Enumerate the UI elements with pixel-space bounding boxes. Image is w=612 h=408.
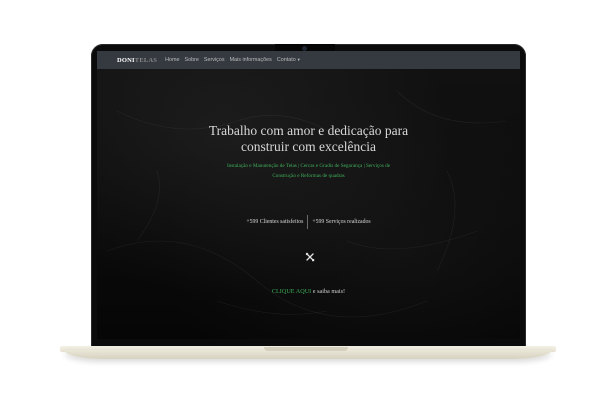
hero-subtitle: Instalação e Manutenção de Telas | Cerca… <box>167 161 450 181</box>
brand-part2: TELAS <box>134 56 158 64</box>
nav-item-mais-informacoes[interactable]: Mais informações <box>230 57 272 63</box>
brand-logo[interactable]: DONITELAS <box>117 57 157 64</box>
hero-subtitle-line2: Construção e Reformas de quadras <box>272 173 345 179</box>
stat-services: +599 Serviços realizados <box>312 219 371 225</box>
marble-texture <box>106 90 508 318</box>
nav-item-contato[interactable]: Contato▼ <box>277 57 301 63</box>
stat-divider <box>307 215 309 229</box>
cta-text: e saiba mais! <box>311 288 346 295</box>
laptop-base <box>64 350 552 359</box>
cta-line: CLIQUE AQUI e saiba mais! <box>97 288 520 295</box>
nav-item-contato-label: Contato <box>276 57 296 63</box>
navbar: DONITELAS Home Sobre Serviços Mais infor… <box>97 51 520 69</box>
tools-icon <box>305 252 315 262</box>
laptop-mockup: DONITELAS Home Sobre Serviços Mais infor… <box>0 0 612 408</box>
website-screen: DONITELAS Home Sobre Serviços Mais infor… <box>97 51 520 339</box>
stat-clients: +599 Clientes satisfeitos <box>246 219 304 225</box>
cta-link[interactable]: CLIQUE AQUI <box>272 288 311 295</box>
hero-title-line1: Trabalho com amor e dedicação para <box>208 123 409 138</box>
hero-title: Trabalho com amor e dedicação para const… <box>157 123 460 155</box>
hero-title-line2: construir com excelência <box>241 139 376 154</box>
hero-subtitle-line1: Instalação e Manutenção de Telas | Cerca… <box>226 163 391 169</box>
nav-item-sobre[interactable]: Sobre <box>185 57 199 63</box>
brand-part1: DONI <box>117 56 135 64</box>
stats-row: +599 Clientes satisfeitos +599 Serviços … <box>97 215 520 229</box>
nav-item-home[interactable]: Home <box>165 57 179 63</box>
chevron-down-icon: ▼ <box>296 57 301 62</box>
laptop-groove <box>264 347 348 351</box>
nav-item-servicos[interactable]: Serviços <box>204 57 225 63</box>
